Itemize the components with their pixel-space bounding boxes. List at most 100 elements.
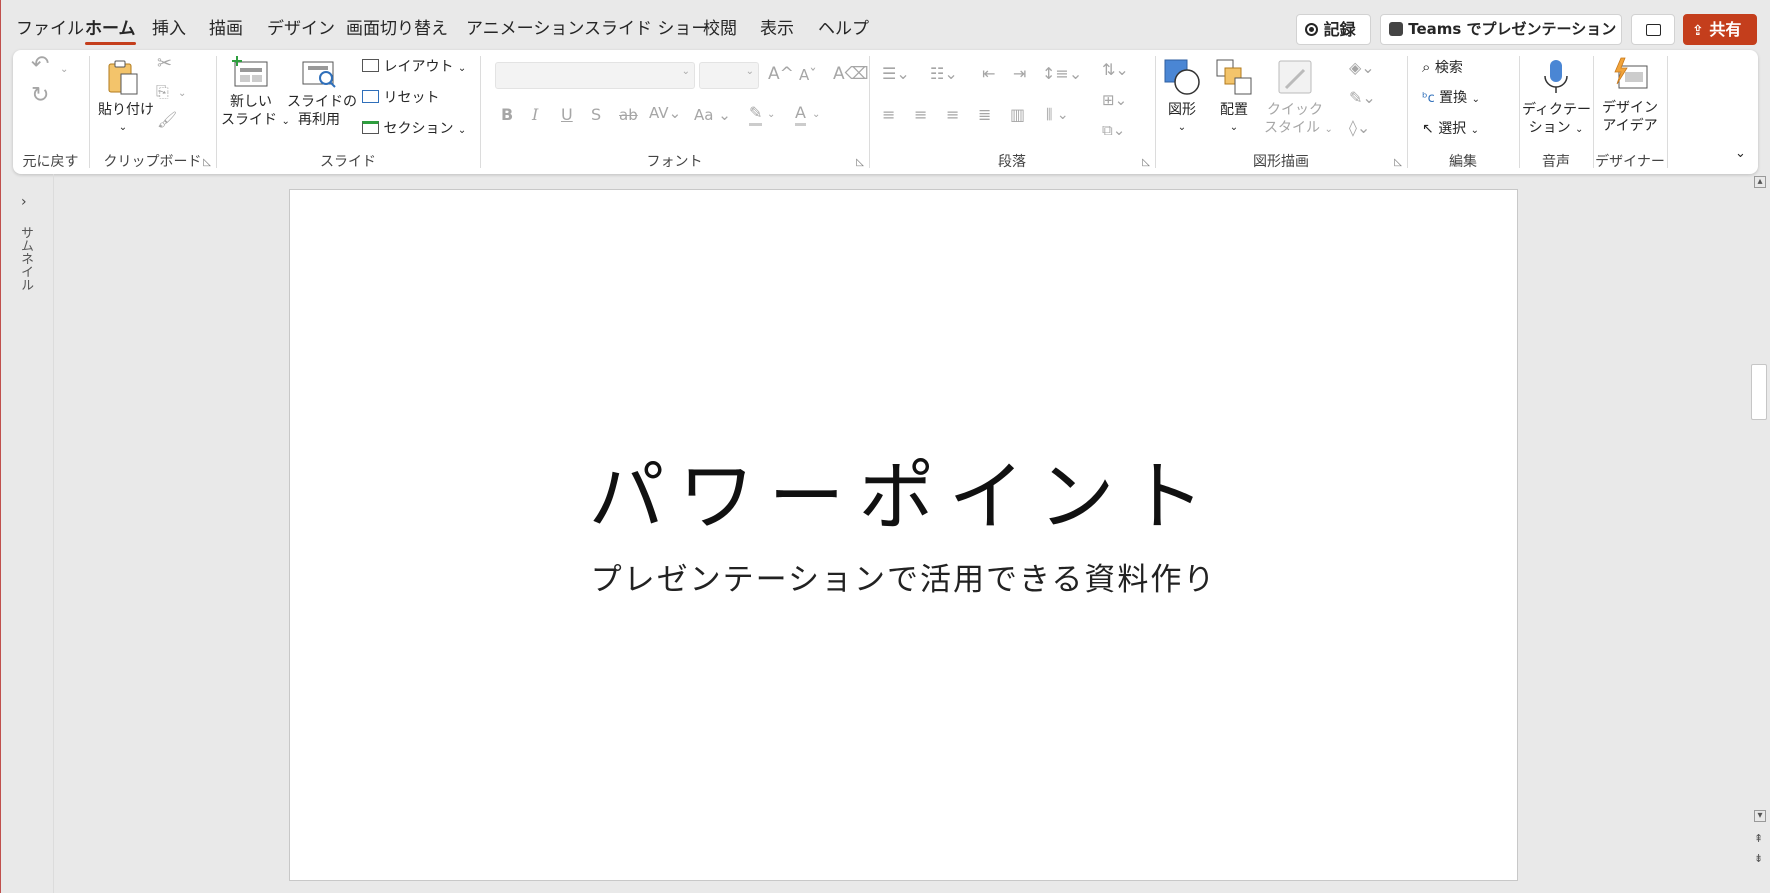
format-painter-icon[interactable]: 🖌: [157, 110, 177, 130]
section-icon: [362, 121, 379, 134]
highlight-icon[interactable]: ✎: [749, 103, 763, 126]
shrink-font-icon[interactable]: Aˇ: [799, 65, 817, 85]
grow-font-icon[interactable]: A^: [768, 64, 794, 84]
dictate-button[interactable]: ディクテー ション ⌄: [1522, 58, 1591, 139]
paste-label: 貼り付け: [98, 102, 154, 118]
next-slide-icon[interactable]: ⇟: [1754, 852, 1763, 865]
highlight-dropdown-icon[interactable]: ⌄: [767, 105, 775, 125]
record-icon: [1305, 23, 1318, 36]
replace-button[interactable]: ᵇc 置換 ⌄: [1422, 88, 1480, 110]
scroll-down-icon[interactable]: ▾: [1754, 810, 1766, 822]
shape-effects-icon[interactable]: ◊⌄: [1349, 118, 1370, 138]
record-button[interactable]: 記録: [1296, 14, 1371, 45]
distributed-icon[interactable]: ▥: [1010, 105, 1025, 125]
shape-fill-icon[interactable]: ◈⌄: [1349, 58, 1375, 78]
slide-subtitle[interactable]: プレゼンテーションで活用できる資料作り: [290, 554, 1517, 599]
smartart-icon[interactable]: ⧉⌄: [1102, 120, 1125, 140]
cursor-icon: ↖: [1422, 121, 1434, 137]
font-launcher-icon[interactable]: ◺: [856, 157, 864, 168]
align-center-icon[interactable]: ≡: [914, 105, 927, 125]
decrease-indent-icon[interactable]: ⇤: [982, 64, 995, 84]
paste-button[interactable]: 貼り付け ⌄: [98, 58, 154, 137]
ribbon-collapse-icon[interactable]: ⌄: [1735, 144, 1746, 164]
change-case-icon[interactable]: Aa ⌄: [694, 105, 731, 125]
slide-canvas[interactable]: パワーポイント プレゼンテーションで活用できる資料作り: [289, 189, 1518, 881]
thumbnail-pane: › サムネイル: [1, 174, 54, 893]
tab-home[interactable]: ホーム: [85, 17, 136, 45]
clear-format-icon[interactable]: A⌫: [833, 64, 869, 84]
numbering-icon[interactable]: ☷⌄: [930, 64, 958, 84]
copy-dropdown-icon[interactable]: ⌄: [178, 84, 186, 104]
tab-slideshow[interactable]: スライド ショー: [584, 17, 708, 41]
line-spacing-icon[interactable]: ↕≡⌄: [1042, 64, 1082, 84]
justify-icon[interactable]: ≣: [978, 105, 991, 125]
quick-styles-button[interactable]: クイック スタイル ⌄: [1264, 58, 1333, 139]
arrange-label: 配置: [1220, 102, 1248, 118]
comment-icon: [1645, 24, 1661, 36]
text-direction-icon[interactable]: ⇅⌄: [1102, 60, 1129, 80]
record-label: 記録: [1323, 20, 1356, 39]
new-slide-button[interactable]: 新しい スライド ⌄: [221, 56, 290, 131]
drawing-launcher-icon[interactable]: ◺: [1394, 157, 1402, 168]
cut-icon[interactable]: ✂: [157, 54, 172, 74]
menu-bar: ファイル ホーム 挿入 描画 デザイン 画面切り替え アニメーション スライド …: [1, 0, 1770, 50]
thumbnails-label[interactable]: サムネイル: [16, 226, 35, 291]
arrange-button[interactable]: 配置 ⌄: [1211, 58, 1257, 137]
font-size-box[interactable]: ⌄: [699, 62, 759, 89]
tab-view[interactable]: 表示: [760, 17, 794, 41]
align-right-icon[interactable]: ≡: [946, 105, 959, 125]
char-spacing-icon[interactable]: AV⌄: [649, 103, 681, 123]
strikethrough-icon[interactable]: ab: [619, 105, 638, 125]
comments-button[interactable]: [1631, 14, 1675, 45]
clipboard-launcher-icon[interactable]: ◺: [203, 157, 211, 168]
copy-icon[interactable]: ⎘: [156, 82, 169, 102]
underline-icon[interactable]: U: [561, 105, 573, 125]
tab-animations[interactable]: アニメーション: [466, 17, 584, 41]
shape-outline-icon[interactable]: ✎⌄: [1349, 88, 1376, 108]
align-text-icon[interactable]: ⊞⌄: [1102, 90, 1127, 110]
reuse-slides-button[interactable]: スライドの 再利用: [287, 56, 357, 129]
expand-thumbnails-icon[interactable]: ›: [21, 194, 27, 210]
undo-icon[interactable]: ↶: [31, 54, 49, 76]
quick-styles-label-2: スタイル: [1264, 120, 1320, 136]
tab-review[interactable]: 校閲: [703, 17, 737, 41]
group-drawing: 図形 ⌄ 配置 ⌄ クイック スタイル ⌄ ◈⌄ ✎⌄ ◊⌄ 図形描画 ◺: [1156, 50, 1406, 174]
section-button[interactable]: セクション ⌄: [362, 119, 466, 141]
tab-transitions[interactable]: 画面切り替え: [346, 17, 448, 41]
group-label-drawing: 図形描画: [1253, 154, 1309, 170]
scroll-thumb[interactable]: [1751, 364, 1767, 420]
font-color-icon[interactable]: A: [795, 103, 806, 126]
align-left-icon[interactable]: ≡: [882, 105, 895, 125]
reset-button[interactable]: リセット: [362, 88, 439, 108]
font-name-box[interactable]: ⌄: [495, 62, 695, 89]
teams-present-button[interactable]: Teams でプレゼンテーション: [1380, 14, 1622, 45]
design-ideas-button[interactable]: デザイン アイデア: [1596, 56, 1664, 135]
previous-slide-icon[interactable]: ⇞: [1754, 832, 1763, 845]
shapes-button[interactable]: 図形 ⌄: [1159, 58, 1205, 137]
paragraph-launcher-icon[interactable]: ◺: [1142, 157, 1150, 168]
redo-icon[interactable]: ↻: [31, 85, 49, 107]
scroll-up-icon[interactable]: ▴: [1754, 176, 1766, 188]
tab-file[interactable]: ファイル: [16, 17, 84, 41]
find-button[interactable]: ⌕ 検索: [1422, 57, 1463, 78]
teams-icon: [1389, 22, 1403, 36]
vertical-scrollbar[interactable]: ▴ ▾ ⇞ ⇟: [1749, 176, 1769, 869]
undo-dropdown-icon[interactable]: ⌄: [60, 60, 68, 80]
select-button[interactable]: ↖ 選択 ⌄: [1422, 119, 1479, 141]
italic-icon[interactable]: I: [532, 105, 538, 125]
group-label-undo: 元に戻す: [22, 154, 79, 170]
shadow-icon[interactable]: S: [591, 105, 601, 125]
tab-help[interactable]: ヘルプ: [818, 17, 869, 41]
share-button[interactable]: ⇪ 共有: [1683, 14, 1757, 45]
increase-indent-icon[interactable]: ⇥: [1013, 64, 1026, 84]
layout-button[interactable]: レイアウト ⌄: [362, 57, 466, 79]
bullets-icon[interactable]: ☰⌄: [882, 64, 910, 84]
layout-label: レイアウト: [383, 59, 454, 75]
tab-draw[interactable]: 描画: [209, 17, 243, 41]
tab-design[interactable]: デザイン: [267, 17, 335, 41]
font-color-dropdown-icon[interactable]: ⌄: [812, 105, 820, 125]
slide-title[interactable]: パワーポイント: [290, 435, 1517, 545]
tab-insert[interactable]: 挿入: [152, 17, 186, 41]
bold-icon[interactable]: B: [501, 105, 513, 125]
columns-icon[interactable]: ⫼ ⌄: [1046, 105, 1069, 125]
